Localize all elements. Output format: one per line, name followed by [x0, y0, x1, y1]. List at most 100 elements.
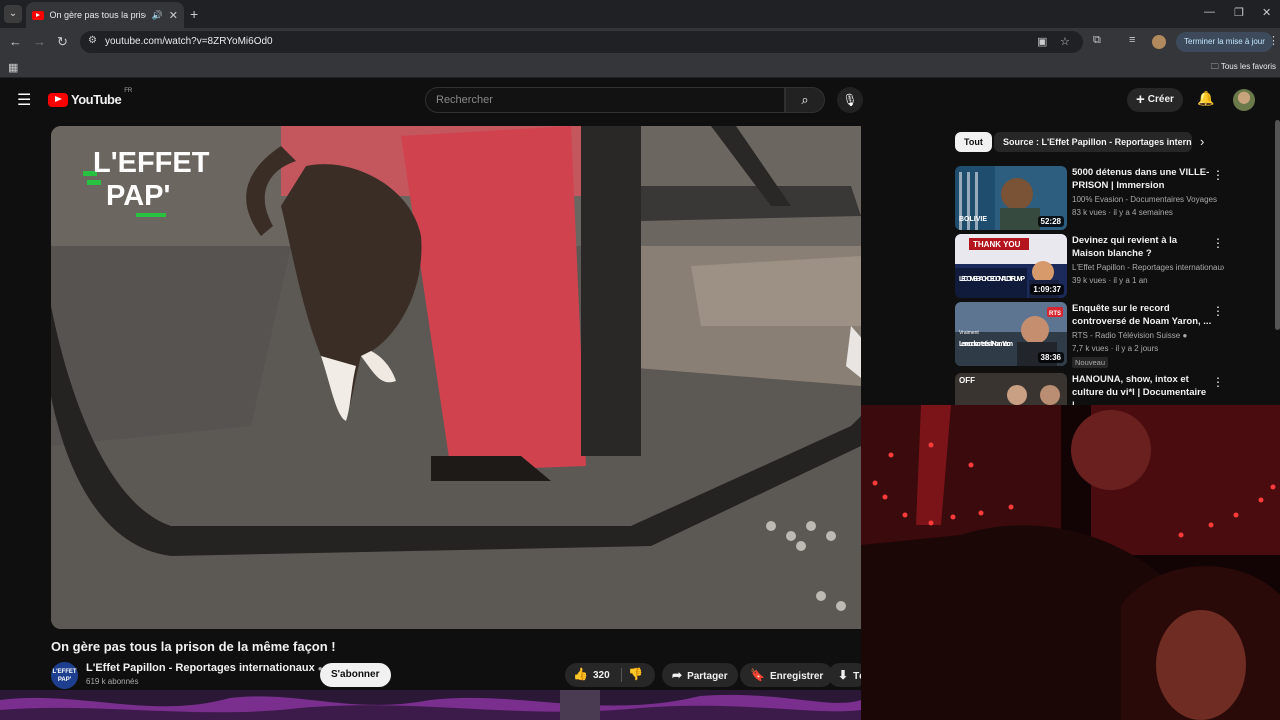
- close-window-icon[interactable]: ✕: [1262, 6, 1271, 19]
- chevron-right-icon[interactable]: ›: [1200, 134, 1204, 149]
- bookmark-icon: 🔖: [750, 668, 765, 682]
- browser-tab[interactable]: On gère pas tous la prison 🔊 ✕: [26, 2, 184, 28]
- search-button[interactable]: ⌕: [785, 87, 825, 113]
- url-text[interactable]: youtube.com/watch?v=8ZRYoMi6Od0: [105, 36, 273, 47]
- sidebar-scrollbar[interactable]: [1275, 120, 1280, 330]
- verified-icon: ●: [1182, 331, 1188, 340]
- thumb-text: OFF: [959, 376, 975, 385]
- recommendation-item[interactable]: BOLIVIE 52:28 5000 détenus dans une VILL…: [955, 166, 1275, 230]
- bookmarks-bar: ▦ 🗀 Tous les favoris: [0, 56, 1280, 78]
- new-tab-button[interactable]: +: [190, 6, 198, 22]
- thumbs-down-icon: 👎: [628, 667, 643, 681]
- duration-badge: 38:36: [1037, 352, 1064, 363]
- more-options-icon[interactable]: ⋮: [1212, 236, 1224, 250]
- overlay-logo-line2: PAP': [106, 180, 170, 212]
- recommendation-meta: 39 k vues · il y a 1 an: [1072, 276, 1148, 285]
- recommendation-channel[interactable]: RTS - Radio Télévision Suisse ●: [1072, 331, 1224, 340]
- video-thumbnail[interactable]: OFF: [955, 373, 1067, 405]
- create-button[interactable]: + Créer: [1127, 88, 1183, 112]
- extensions-icon[interactable]: ⧉: [1093, 34, 1101, 47]
- recommendation-channel[interactable]: L'Effet Papillon - Reportages internatio…: [1072, 263, 1224, 272]
- recommendation-title[interactable]: 5000 détenus dans une VILLE-PRISON | Imm…: [1072, 166, 1212, 192]
- webcam-overlay: [861, 405, 1280, 720]
- all-favorites-button[interactable]: 🗀 Tous les favoris: [1211, 61, 1276, 75]
- youtube-logo[interactable]: YouTube FR: [48, 88, 132, 107]
- folder-icon: 🗀: [1210, 62, 1219, 71]
- more-options-icon[interactable]: ⋮: [1212, 375, 1224, 389]
- recommendation-title[interactable]: Enquête sur le record controversé de Noa…: [1072, 302, 1212, 328]
- hamburger-menu-icon[interactable]: ☰: [17, 90, 31, 110]
- video-thumbnail[interactable]: RTS Vraiment Les records contestés de No…: [955, 302, 1067, 366]
- install-app-icon[interactable]: ▣: [1037, 35, 1047, 48]
- more-options-icon[interactable]: ⋮: [1212, 168, 1224, 182]
- download-icon: ⬇: [838, 668, 849, 682]
- reading-list-icon[interactable]: ≡: [1129, 34, 1135, 46]
- chip-all[interactable]: Tout: [955, 132, 992, 152]
- apps-grid-icon[interactable]: ▦: [8, 61, 18, 74]
- like-dislike-group: 👍 320 👎: [565, 663, 655, 687]
- profile-avatar[interactable]: [1152, 35, 1166, 49]
- channel-avatar[interactable]: L'EFFET PAP': [51, 662, 78, 689]
- voice-search-button[interactable]: 🎙: [837, 87, 863, 113]
- youtube-header: ☰ YouTube FR ⌕ 🎙 +Créer 🔔: [0, 80, 1280, 120]
- like-button[interactable]: 👍 320: [573, 667, 610, 681]
- video-thumbnail[interactable]: THANK YOU LE COME-BACK DE DONALD TRUMP 1…: [955, 234, 1067, 298]
- dislike-button[interactable]: 👎: [628, 667, 643, 681]
- video-thumbnail[interactable]: BOLIVIE 52:28: [955, 166, 1067, 230]
- thumb-text: BOLIVIE: [959, 216, 987, 223]
- plus-icon: +: [1136, 91, 1145, 108]
- subscriber-count: 619 k abonnés: [86, 677, 139, 686]
- new-badge: Nouveau: [1072, 357, 1109, 368]
- like-divider: [621, 668, 622, 682]
- browser-nav-bar: ← → ↻ ⚙ youtube.com/watch?v=8ZRYoMi6Od0 …: [0, 28, 1280, 56]
- share-button[interactable]: ➦ Partager: [662, 663, 738, 687]
- address-bar[interactable]: ⚙ youtube.com/watch?v=8ZRYoMi6Od0 ▣ ☆: [80, 31, 1083, 53]
- video-player[interactable]: L'EFFET PAP': [51, 126, 861, 629]
- site-info-icon[interactable]: ⚙: [88, 35, 97, 46]
- more-options-icon[interactable]: ⋮: [1212, 304, 1224, 318]
- notifications-bell-icon[interactable]: 🔔: [1197, 90, 1214, 107]
- youtube-play-icon: [48, 92, 68, 107]
- recommendation-title[interactable]: Devinez qui revient à la Maison blanche …: [1072, 234, 1212, 260]
- thumb-text-top: THANK YOU: [973, 240, 1021, 249]
- minimize-icon[interactable]: —: [1204, 6, 1215, 18]
- video-frame: L'EFFET PAP': [51, 126, 861, 629]
- tab-search-button[interactable]: ⌄: [4, 5, 22, 23]
- back-arrow-icon[interactable]: ←: [9, 34, 22, 49]
- overlay-logo-line1: L'EFFET: [93, 147, 210, 179]
- duration-badge: 1:09:37: [1030, 284, 1064, 295]
- recommendation-item[interactable]: THANK YOU LE COME-BACK DE DONALD TRUMP 1…: [955, 234, 1275, 298]
- thumbs-up-icon: 👍: [573, 667, 588, 681]
- recommendation-meta: 7,7 k vues · il y a 2 jours: [1072, 344, 1159, 353]
- video-title: On gère pas tous la prison de la même fa…: [51, 639, 336, 654]
- maximize-icon[interactable]: ❐: [1234, 6, 1244, 19]
- forward-arrow-icon[interactable]: →: [33, 34, 46, 49]
- subscribe-button[interactable]: S'abonner: [320, 663, 391, 687]
- close-tab-icon[interactable]: ✕: [169, 9, 178, 22]
- bookmark-star-icon[interactable]: ☆: [1060, 35, 1070, 48]
- thumb-text-bottom: LE COME-BACK DE DONALD TRUMP: [959, 276, 1025, 283]
- youtube-favicon-icon: [32, 10, 44, 20]
- recommendation-channel[interactable]: 100% Evasion - Documentaires Voyages: [1072, 195, 1224, 204]
- search-input[interactable]: [426, 88, 784, 112]
- recommendation-item[interactable]: RTS Vraiment Les records contestés de No…: [955, 302, 1275, 368]
- search-icon: ⌕: [801, 92, 809, 107]
- share-arrow-icon: ➦: [672, 668, 683, 682]
- reload-icon[interactable]: ↻: [57, 34, 68, 50]
- chip-source[interactable]: Source : L'Effet Papillon - Reportages i…: [994, 132, 1192, 152]
- save-button[interactable]: 🔖 Enregistrer: [740, 663, 834, 687]
- recommendation-meta: 83 k vues · il y a 4 semaines: [1072, 208, 1173, 217]
- microphone-icon: 🎙: [842, 93, 858, 107]
- thumb-small: Vraiment: [959, 330, 979, 336]
- update-button[interactable]: Terminer la mise à jour: [1176, 32, 1273, 52]
- thumb-brand: RTS: [1049, 311, 1061, 317]
- thumb-text: Les records contestés de Noam Yaron: [959, 341, 1013, 348]
- channel-name[interactable]: L'Effet Papillon - Reportages internatio…: [86, 662, 323, 674]
- tab-title: On gère pas tous la prison: [49, 10, 146, 20]
- user-avatar[interactable]: [1233, 89, 1255, 111]
- speaker-icon[interactable]: 🔊: [152, 10, 163, 21]
- bottom-overlay: [0, 690, 861, 720]
- search-box[interactable]: [425, 87, 785, 113]
- recommendation-title[interactable]: HANOUNA, show, intox et culture du vi*l …: [1072, 373, 1212, 405]
- recommendation-item[interactable]: OFF HANOUNA, show, intox et culture du v…: [955, 373, 1275, 405]
